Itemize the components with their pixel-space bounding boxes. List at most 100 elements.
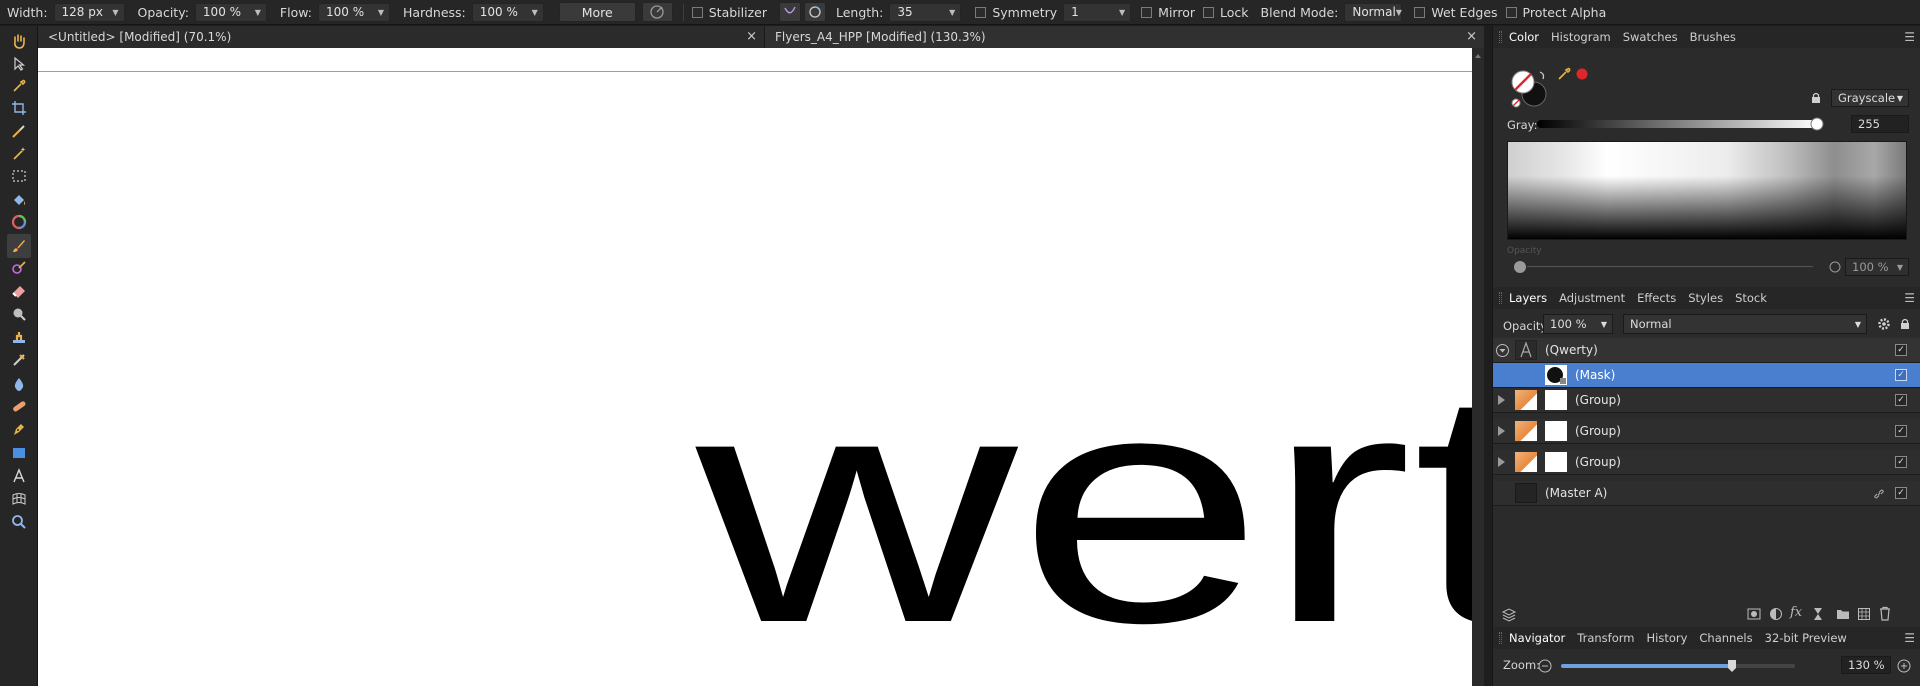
layer-opacity-field[interactable]: 100 % ▼ [1543, 314, 1613, 334]
expand-icon[interactable] [1498, 395, 1505, 405]
eyedropper-icon[interactable] [1556, 66, 1572, 82]
hourglass-icon[interactable] [1811, 607, 1825, 621]
tab-transform[interactable]: Transform [1577, 631, 1634, 645]
link-icon[interactable] [1873, 488, 1885, 500]
hardness-field[interactable]: 100 % ▼ [471, 2, 544, 22]
mirror-toggle[interactable]: Mirror [1141, 5, 1195, 20]
adjustment-icon[interactable] [1769, 607, 1783, 621]
wet-edges-checkbox[interactable] [1414, 6, 1426, 18]
tab-histogram[interactable]: Histogram [1551, 30, 1611, 44]
layer-row-master-a[interactable]: (Master A) ✓ [1493, 481, 1920, 506]
selection-brush-tool[interactable] [7, 119, 31, 143]
protect-alpha-toggle[interactable]: Protect Alpha [1505, 5, 1606, 20]
tab-channels[interactable]: Channels [1699, 631, 1752, 645]
layer-row-mask[interactable]: (Mask) ✓ [1493, 363, 1920, 388]
flood-select-tool[interactable] [7, 141, 31, 165]
wet-edges-toggle[interactable]: Wet Edges [1414, 5, 1498, 20]
panel-menu-icon[interactable]: ☰ [1904, 631, 1915, 645]
zoom-out-icon[interactable] [1538, 659, 1552, 673]
folder-icon[interactable] [1836, 607, 1850, 621]
expand-icon[interactable] [1498, 426, 1505, 436]
tab-stock[interactable]: Stock [1735, 291, 1767, 305]
rectangle-tool[interactable] [7, 441, 31, 465]
lock-icon[interactable] [1898, 317, 1912, 331]
layer-row-group-1[interactable]: (Group) ✓ [1493, 388, 1920, 413]
window-mode-button[interactable] [804, 2, 826, 22]
layer-visibility-checkbox[interactable]: ✓ [1895, 369, 1907, 381]
layer-row-qwerty[interactable]: (Qwerty) ✓ [1493, 338, 1920, 363]
crop-tool[interactable] [7, 96, 31, 120]
dodge-tool[interactable] [7, 302, 31, 326]
rope-mode-button[interactable] [779, 2, 801, 22]
tab-32bit-preview[interactable]: 32-bit Preview [1765, 631, 1847, 645]
color-replacement-tool[interactable] [7, 256, 31, 280]
gray-slider[interactable] [1537, 120, 1819, 128]
color-picker-tool[interactable] [7, 74, 31, 98]
healing-tool[interactable] [7, 348, 31, 372]
tab-flyers[interactable]: Flyers_A4_HPP [Modified] (130.3%) × [764, 26, 1484, 48]
marquee-tool[interactable] [7, 164, 31, 188]
pressure-button[interactable] [641, 2, 673, 22]
layer-visibility-checkbox[interactable]: ✓ [1895, 487, 1907, 499]
text-tool[interactable] [7, 464, 31, 488]
stabilizer-toggle[interactable]: Stabilizer [691, 5, 767, 20]
move-tool[interactable] [7, 52, 31, 76]
trash-icon[interactable] [1878, 606, 1892, 621]
layer-visibility-checkbox[interactable]: ✓ [1895, 456, 1907, 468]
width-field[interactable]: 128 px ▼ [53, 2, 125, 22]
document-canvas[interactable]: wert [38, 48, 1472, 686]
color-mode-select[interactable]: Grayscale ▼ [1831, 89, 1909, 107]
lock-checkbox[interactable] [1203, 6, 1214, 18]
slider-handle-icon[interactable] [1810, 117, 1824, 131]
collapse-icon[interactable] [1495, 343, 1510, 358]
symmetry-toggle[interactable]: Symmetry [975, 5, 1057, 20]
layer-blend-mode-select[interactable]: Normal ▼ [1623, 314, 1867, 334]
vertical-scrollbar[interactable] [1472, 48, 1484, 686]
layers-stack-icon[interactable] [1501, 606, 1517, 622]
layer-visibility-checkbox[interactable]: ✓ [1895, 425, 1907, 437]
slider-handle-icon[interactable] [1726, 659, 1738, 673]
pen-tool[interactable] [7, 417, 31, 441]
tab-history[interactable]: History [1646, 631, 1687, 645]
inpainting-tool[interactable] [7, 394, 31, 418]
lock-icon[interactable] [1809, 91, 1823, 105]
opacity-field[interactable]: 100 % ▼ [194, 2, 267, 22]
mesh-warp-tool[interactable] [7, 487, 31, 511]
blend-mode-select[interactable]: Normal ▼ [1344, 2, 1403, 22]
close-icon[interactable]: × [746, 29, 757, 44]
color-swatches[interactable] [1507, 66, 1551, 113]
fx-icon[interactable]: fx [1790, 605, 1802, 620]
color-spectrum[interactable] [1507, 141, 1907, 240]
mirror-checkbox[interactable] [1141, 6, 1153, 18]
tab-color[interactable]: Color [1509, 30, 1539, 44]
tab-layers[interactable]: Layers [1509, 291, 1547, 305]
tab-effects[interactable]: Effects [1637, 291, 1676, 305]
symmetry-count-field[interactable]: 1 ▼ [1063, 2, 1132, 22]
blur-tool[interactable] [7, 372, 31, 396]
clone-tool[interactable] [7, 325, 31, 349]
symmetry-checkbox[interactable] [975, 6, 987, 18]
zoom-in-icon[interactable] [1897, 659, 1911, 673]
zoom-field[interactable]: 130 % [1841, 656, 1891, 674]
opacity-field[interactable]: 100 % ▼ [1845, 258, 1909, 276]
layer-visibility-checkbox[interactable]: ✓ [1895, 344, 1907, 356]
tab-styles[interactable]: Styles [1688, 291, 1723, 305]
add-pixel-layer-icon[interactable] [1857, 607, 1871, 621]
erase-tool[interactable] [7, 279, 31, 303]
tab-navigator[interactable]: Navigator [1509, 631, 1565, 645]
panel-menu-icon[interactable]: ☰ [1904, 30, 1915, 44]
zoom-slider[interactable] [1561, 660, 1795, 672]
layer-row-group-3[interactable]: (Group) ✓ [1493, 450, 1920, 475]
tab-swatches[interactable]: Swatches [1623, 30, 1678, 44]
gradient-tool[interactable] [7, 210, 31, 234]
close-icon[interactable]: × [1466, 29, 1477, 44]
more-button[interactable]: More [558, 2, 636, 22]
paint-brush-tool[interactable] [7, 234, 31, 258]
panel-menu-icon[interactable]: ☰ [1904, 291, 1915, 305]
layer-row-group-2[interactable]: (Group) ✓ [1493, 419, 1920, 444]
length-field[interactable]: 35 ▼ [889, 2, 962, 22]
stabilizer-checkbox[interactable] [691, 6, 703, 18]
lock-toggle[interactable]: Lock [1203, 5, 1249, 20]
layer-visibility-checkbox[interactable]: ✓ [1895, 394, 1907, 406]
tab-untitled[interactable]: <Untitled> [Modified] (70.1%) × [38, 26, 764, 48]
